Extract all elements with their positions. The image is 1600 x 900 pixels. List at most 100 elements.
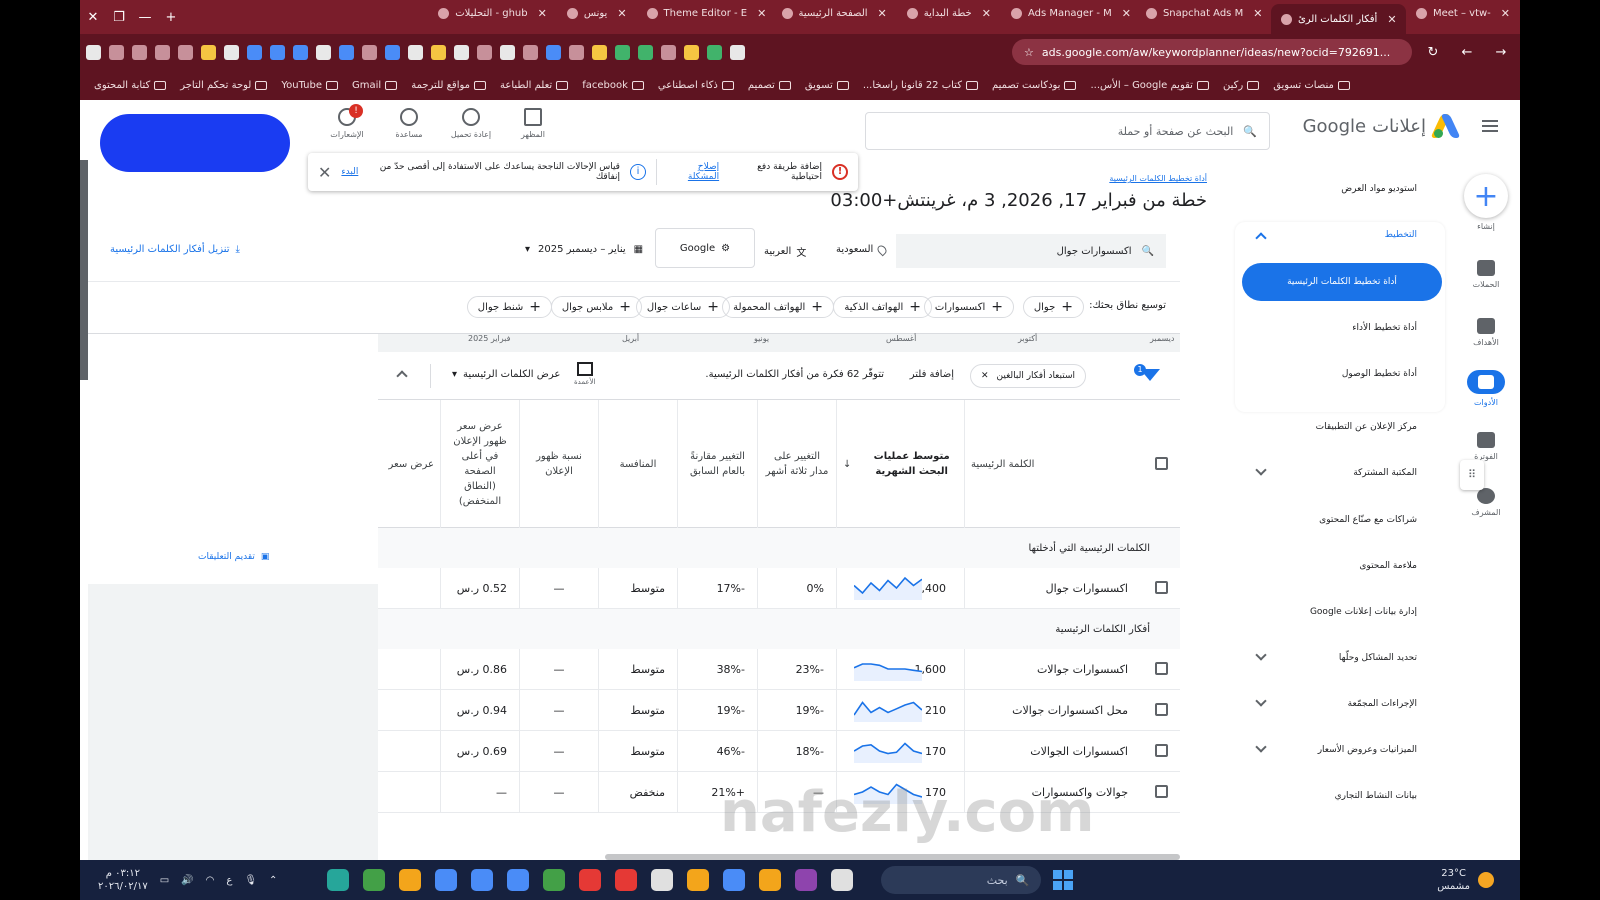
header-three-month[interactable]: التغيير على مدار ثلاثة أشهر — [757, 400, 836, 528]
download-ideas-link[interactable]: ⤓ تنزيل أفكار الكلمات الرئيسية — [110, 244, 240, 255]
rail-item-tools[interactable]: الأدوات — [1464, 370, 1508, 407]
broaden-chip[interactable]: + شنط جوال — [466, 296, 552, 318]
teams-icon[interactable] — [795, 869, 818, 891]
bookmark-item[interactable]: تسويق — [805, 80, 849, 91]
close-tab-icon[interactable]: ✕ — [1253, 7, 1262, 20]
extension-icon[interactable] — [408, 44, 423, 60]
bookmark-item[interactable]: كتابة المحتوى — [94, 80, 167, 91]
battery-icon[interactable]: ▭ — [160, 874, 169, 887]
subnav-item-data-manager[interactable]: إدارة بيانات إعلانات Google — [1310, 607, 1417, 617]
extension-icon[interactable] — [592, 44, 607, 60]
start-link[interactable]: البدء — [341, 167, 358, 177]
appearance-button[interactable]: المظهر — [511, 108, 555, 139]
volume-icon[interactable]: 🔊 — [181, 874, 193, 887]
subnav-item-bulk-actions[interactable]: الإجراءات المجمّعة — [1348, 699, 1417, 709]
broaden-chip[interactable]: + ساعات جوال — [635, 296, 730, 318]
extension-icon[interactable] — [247, 44, 262, 60]
account-avatar[interactable] — [100, 114, 290, 172]
subnav-item-creator-partnerships[interactable]: شراكات مع صنّاع المحتوى — [1319, 515, 1417, 525]
app-icon[interactable] — [507, 869, 530, 891]
browser-tab[interactable]: أفكار الكلمات الرئ ✕ — [1270, 4, 1406, 34]
browser-tab[interactable]: Meet – vtw- ✕ — [1406, 0, 1520, 26]
bookmark-item[interactable]: تقويم Google – الأس... — [1090, 80, 1209, 91]
subnav-item-troubleshooting[interactable]: تحديد المشاكل وحلّها — [1339, 653, 1417, 663]
app-icon[interactable] — [723, 869, 746, 891]
header-yoy[interactable]: التغيير مقارنةً بالعام السابق — [677, 400, 757, 528]
date-range-filter[interactable]: ▦ يناير – ديسمبر 2025 ▾ — [525, 244, 643, 255]
folder-icon[interactable] — [687, 869, 710, 891]
chevron-down-icon[interactable] — [1255, 464, 1267, 476]
close-tab-icon[interactable]: ✕ — [1122, 7, 1131, 20]
close-icon[interactable]: ✕ — [981, 371, 989, 381]
reload-button[interactable]: إعادة تحميل — [449, 108, 493, 139]
header-top-bid-low[interactable]: عرض سعر ظهور الإعلان في أعلى الصفحة (الن… — [440, 400, 519, 528]
add-filter-button[interactable]: إضافة فلتر — [910, 369, 954, 380]
close-tab-icon[interactable]: ✕ — [982, 7, 991, 20]
extension-icon[interactable] — [615, 44, 630, 60]
extension-icon[interactable] — [638, 44, 653, 60]
browser-tab[interactable]: Ads Manager - M ✕ — [1001, 0, 1136, 26]
table-row[interactable]: اكسسوارات الجوالات 170 -18% -46% متوسط —0.69 … — [378, 731, 1180, 772]
windows-start-icon[interactable] — [1053, 870, 1074, 890]
back-icon[interactable]: → — [1488, 45, 1514, 60]
browser-tab[interactable]: يونس ✕ — [557, 0, 637, 26]
subnav-item-app-ads-hub[interactable]: مركز الإعلان عن التطبيقات — [1316, 422, 1417, 432]
app-icon[interactable] — [327, 869, 350, 891]
feedback-link[interactable]: ▣ تقديم التعليقات — [198, 552, 269, 562]
close-tab-icon[interactable]: ✕ — [878, 7, 887, 20]
bookmark-item[interactable]: تصميم — [748, 80, 791, 91]
rail-item-create[interactable]: + إنشاء — [1464, 174, 1508, 231]
header-top-bid-high[interactable]: عرض سعر — [378, 400, 440, 528]
app-icon[interactable] — [651, 869, 674, 891]
extension-icon[interactable] — [500, 44, 515, 60]
app-icon[interactable] — [435, 869, 458, 891]
bookmark-item[interactable]: ركين — [1223, 80, 1260, 91]
extension-icon[interactable] — [477, 44, 492, 60]
header-impr-share[interactable]: نسبة ظهور الإعلان — [519, 400, 598, 528]
reload-icon[interactable]: ↻ — [1420, 45, 1446, 60]
close-tab-icon[interactable]: ✕ — [1501, 7, 1510, 20]
bookmark-star-icon[interactable]: ☆ — [1024, 46, 1034, 59]
app-icon[interactable] — [363, 869, 386, 891]
breadcrumb[interactable]: أداة تخطيط الكلمات الرئيسية — [1109, 174, 1207, 183]
mic-icon[interactable]: 🎙 — [244, 874, 257, 887]
subnav-item-performance-planner[interactable]: أداة تخطيط الأداء — [1352, 323, 1417, 333]
broaden-chip[interactable]: + الهواتف المحمولة — [722, 296, 834, 318]
minimize-window-icon[interactable]: — — [132, 10, 158, 25]
broaden-chip[interactable]: + الهواتف الذكية — [833, 296, 932, 318]
wifi-icon[interactable]: ◠ — [206, 874, 215, 887]
browser-tab[interactable]: Theme Editor - E ✕ — [637, 0, 772, 26]
language-indicator[interactable]: ع — [226, 874, 232, 887]
app-icon[interactable] — [399, 869, 422, 891]
network-filter[interactable]: Google ⚙ — [655, 228, 755, 268]
chevron-down-icon[interactable] — [1255, 649, 1267, 661]
keyword-search-input[interactable]: اكسسوارات جوال 🔍 — [896, 234, 1166, 268]
browser-tab[interactable]: خطة البداية ✕ — [897, 0, 1001, 26]
extension-icon[interactable] — [684, 44, 699, 60]
chevron-down-icon[interactable] — [1255, 741, 1267, 753]
table-row[interactable]: اكسسوارات جوالات 1,600 -23% -38% متوسط —0.86 … — [378, 649, 1180, 690]
browser-tab[interactable]: التحليلات - ghub ✕ — [428, 0, 557, 26]
extension-icon[interactable] — [201, 44, 216, 60]
chevron-up-icon[interactable] — [396, 370, 408, 382]
subnav-item-reach-planner[interactable]: أداة تخطيط الوصول — [1342, 369, 1417, 379]
subnav-item-content-suitability[interactable]: ملاءمة المحتوى — [1359, 561, 1417, 571]
restore-window-icon[interactable]: ❐ — [106, 10, 132, 25]
bookmark-item[interactable]: مواقع للترجمة — [411, 80, 487, 91]
side-panel-handle[interactable] — [80, 160, 88, 380]
google-ads-logo[interactable]: Google إعلانات — [1303, 114, 1461, 138]
notifications-button[interactable]: ! الإشعارات — [325, 104, 369, 139]
extension-icon[interactable] — [362, 44, 377, 60]
weather-widget[interactable]: 23°C مشمس — [1437, 867, 1520, 893]
bookmark-item[interactable]: facebook — [582, 80, 644, 91]
extension-icon[interactable] — [293, 44, 308, 60]
app-icon[interactable] — [615, 869, 638, 891]
browser-tab[interactable]: Snapchat Ads M ✕ — [1136, 0, 1271, 26]
extension-icon[interactable] — [270, 44, 285, 60]
youtube-icon[interactable] — [579, 869, 602, 891]
page-search-input[interactable]: البحث عن صفحة أو حملة 🔍 — [865, 112, 1270, 150]
drag-handle-icon[interactable]: ⠿ — [1460, 460, 1484, 490]
broaden-chip[interactable]: + اكسسوارات — [923, 296, 1014, 318]
forward-icon[interactable]: ← — [1454, 45, 1480, 60]
extension-icon[interactable] — [661, 44, 676, 60]
